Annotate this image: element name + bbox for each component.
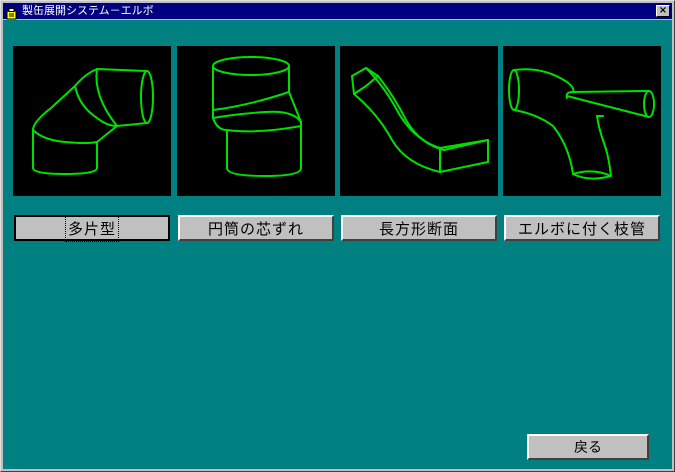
elbow-branch-label: エルボに付く枝管: [517, 219, 646, 238]
back-label: 戻る: [574, 440, 602, 456]
title-bar[interactable]: 製缶展開システム－エルボ ×: [3, 3, 672, 20]
tile-offset-cylinder[interactable]: 円筒の芯ずれ: [177, 46, 335, 241]
multi-piece-button[interactable]: 多片型: [14, 214, 170, 242]
rectangular-duct-icon: [351, 67, 489, 173]
elbow-branch-pipe-icon: [508, 68, 655, 180]
offset-cylinder-label: 円筒の芯ずれ: [207, 219, 304, 238]
tile-elbow-branch[interactable]: エルボに付く枝管: [503, 46, 661, 241]
multi-piece-elbow-icon: [32, 68, 154, 175]
close-icon: ×: [658, 5, 668, 16]
back-button[interactable]: 戻る: [527, 434, 649, 460]
close-button[interactable]: ×: [656, 5, 670, 17]
tile-rectangular[interactable]: 長方形断面: [340, 46, 498, 241]
offset-cylinder-button[interactable]: 円筒の芯ずれ: [178, 215, 334, 241]
app-icon: [6, 5, 18, 20]
app-window: 製缶展開システム－エルボ × 多片型 円筒の芯ずれ 長方形断面 エルボに付く枝管…: [0, 0, 675, 472]
offset-cylinder-icon: [212, 56, 302, 177]
main-panel: 多片型 円筒の芯ずれ 長方形断面 エルボに付く枝管 戻る: [3, 20, 672, 469]
rectangular-label: 長方形断面: [378, 219, 459, 238]
tile-multi-piece[interactable]: 多片型: [13, 46, 171, 242]
multi-piece-label: 多片型: [64, 214, 120, 242]
window-title: 製缶展開システム－エルボ: [22, 4, 154, 17]
elbow-branch-button[interactable]: エルボに付く枝管: [504, 215, 660, 241]
rectangular-button[interactable]: 長方形断面: [341, 215, 497, 241]
